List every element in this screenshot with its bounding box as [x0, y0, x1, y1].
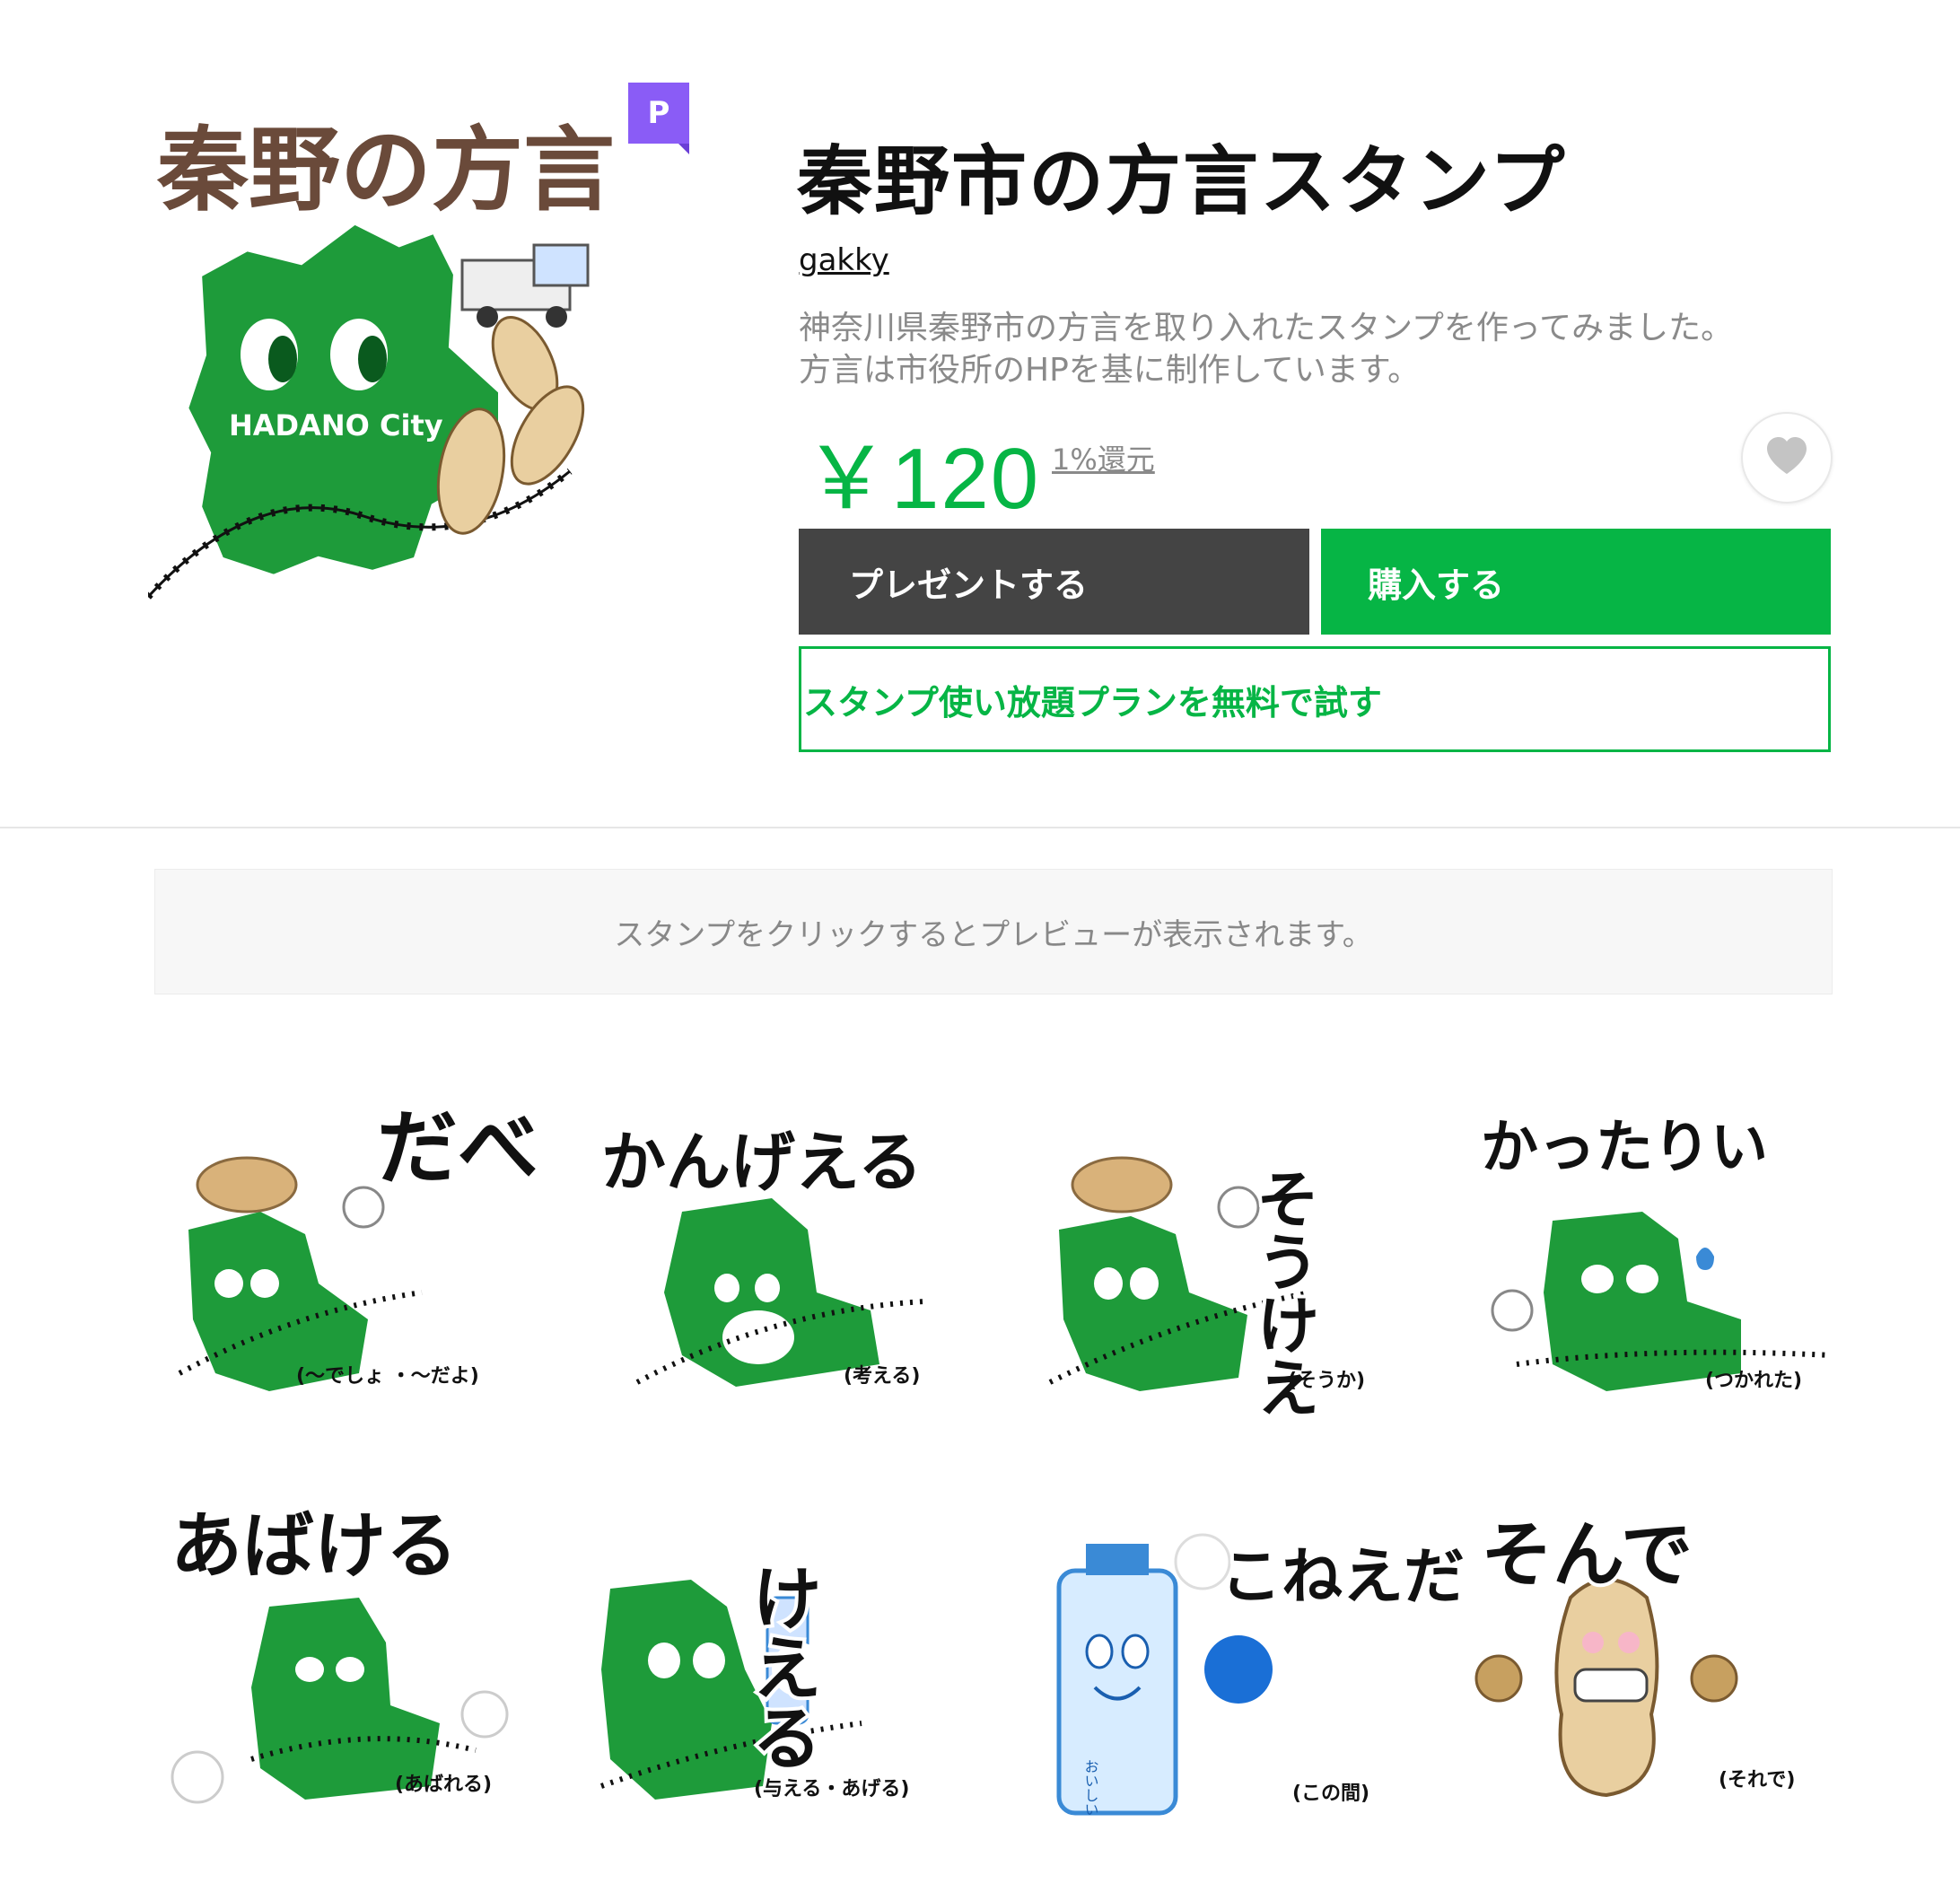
- sticker-1[interactable]: だべ (〜でしょ ・〜だよ): [162, 1077, 583, 1418]
- subscription-trial-button[interactable]: スタンプ使い放題プランを無料で試す: [799, 646, 1831, 752]
- sticker-5[interactable]: あばける (あばれる): [162, 1490, 583, 1831]
- description-line-1: 神奈川県秦野市の方言を取り入れたスタンプを作ってみました。: [799, 310, 1734, 346]
- premium-badge: P: [628, 83, 689, 154]
- sticker-4[interactable]: かったりい (つかれた): [1472, 1077, 1894, 1418]
- sticker-1-caption: (〜でしょ ・〜だよ): [296, 1365, 479, 1388]
- sticker-4-caption: (つかれた): [1705, 1370, 1802, 1392]
- buy-button[interactable]: 購入する: [1321, 529, 1831, 635]
- product-description: 神奈川県秦野市の方言を取り入れたスタンプを作ってみました。 方言は市役所のHPを…: [799, 307, 1849, 391]
- section-divider: [0, 827, 1960, 828]
- sticker-3[interactable]: そうけえ (そうか): [1041, 1077, 1463, 1422]
- sticker-8-text: そんで: [1481, 1513, 1693, 1597]
- sticker-8-caption: (それで): [1719, 1769, 1795, 1791]
- sticker-6-text: けえる: [740, 1562, 821, 1772]
- sticker-5-text: あばける: [171, 1504, 458, 1588]
- price: ￥120: [803, 431, 1041, 527]
- preview-notice: スタンプをクリックするとプレビューが表示されます。: [154, 869, 1833, 994]
- bottle-label: おいしい: [1082, 1759, 1099, 1817]
- sticker-6[interactable]: けえる (与える・あげる): [592, 1490, 1014, 1831]
- sticker-8[interactable]: そんで (それで): [1472, 1490, 1894, 1831]
- favorite-button[interactable]: [1741, 412, 1833, 504]
- sticker-2[interactable]: かんげえる (考える): [592, 1077, 1014, 1418]
- sticker-4-text: かったりい: [1481, 1115, 1768, 1181]
- sticker-2-caption: (考える): [844, 1365, 920, 1388]
- sticker-1-text: だべ: [377, 1101, 538, 1196]
- product-title: 秦野市の方言スタンプ: [797, 137, 1567, 225]
- description-line-2: 方言は市役所のHPを基に制作しています。: [799, 352, 1421, 389]
- main-sticker-image: 秦野の方言 HADANO City: [145, 94, 704, 633]
- author-link[interactable]: gakky: [799, 242, 889, 278]
- sticker-7[interactable]: おいしい こねえだ (この間): [1041, 1490, 1468, 1831]
- sticker-5-caption: (あばれる): [395, 1774, 492, 1796]
- main-image-city-label: HADANO City: [229, 408, 443, 442]
- heart-icon: [1765, 436, 1808, 479]
- main-image-title: 秦野の方言: [156, 118, 615, 224]
- cashback-link[interactable]: 1%還元: [1052, 437, 1155, 478]
- sticker-7-caption: (この間): [1292, 1783, 1369, 1805]
- sticker-2-text: かんげえる: [601, 1125, 923, 1200]
- sticker-3-caption: (そうか): [1288, 1370, 1365, 1392]
- gift-button[interactable]: プレゼントする: [799, 529, 1309, 635]
- sticker-6-caption: (与える・あげる): [754, 1778, 909, 1800]
- sticker-7-text: こねえだ: [1221, 1542, 1463, 1613]
